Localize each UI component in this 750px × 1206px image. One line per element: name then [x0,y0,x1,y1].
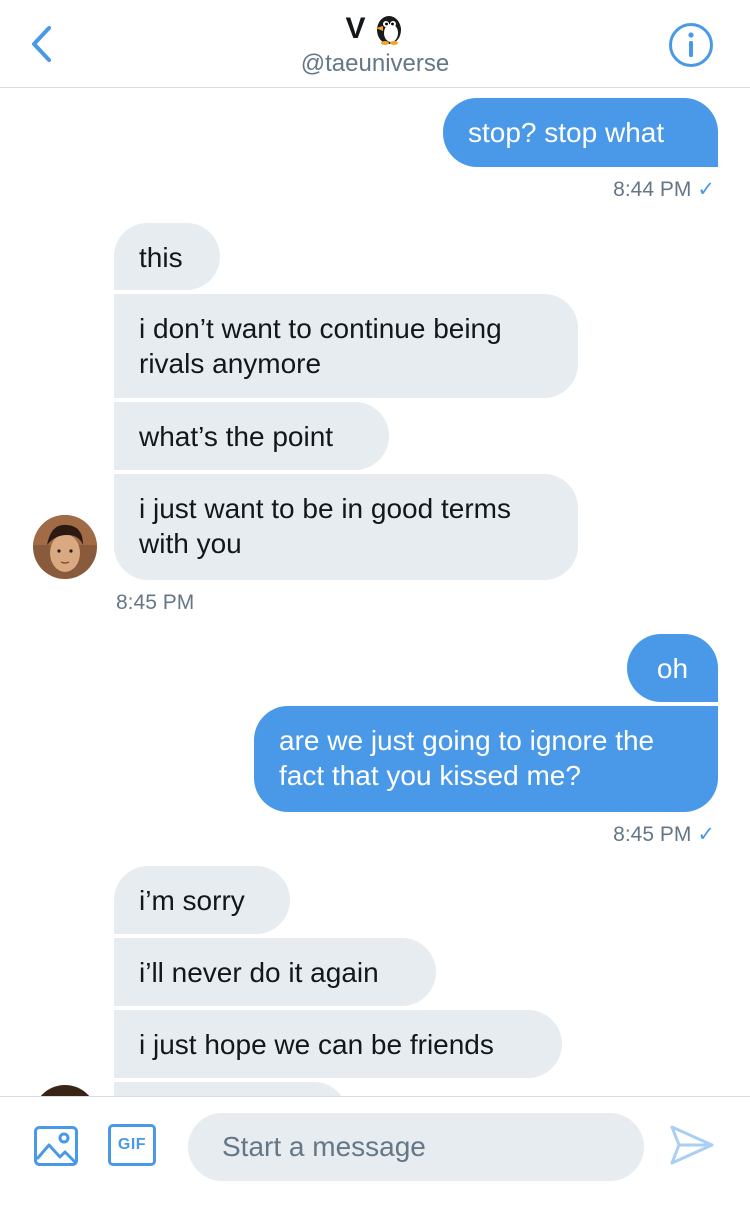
penguin-icon [375,16,401,45]
message-bubble-incoming[interactable]: i just want to be in good terms with you [114,474,578,580]
message-bubble-incoming[interactable]: this [114,223,220,290]
contact-handle: @taeuniverse [300,50,450,77]
timestamp-text: 8:44 PM [613,178,692,201]
read-check-icon: ✓ [697,823,715,846]
send-icon[interactable] [668,1121,716,1169]
read-check-icon: ✓ [697,178,715,201]
message-bubble-outgoing[interactable]: are we just going to ignore the fact tha… [254,706,718,812]
message-list[interactable]: stop? stop what 8:44 PM ✓ this i don’t wa… [0,89,750,1096]
conversation-header: V @taeuniverse [0,0,750,88]
gif-label: GIF [117,1136,147,1153]
message-timestamp: 8:45 PM ✓ [613,822,715,847]
info-icon[interactable] [668,22,714,68]
message-bubble-incoming[interactable]: i just hope we can be friends [114,1010,562,1078]
message-timestamp: 8:44 PM ✓ [613,177,715,202]
message-composer: GIF [0,1096,750,1206]
message-timestamp: 8:45 PM [116,591,194,615]
message-bubble-outgoing[interactable]: oh [627,634,718,702]
message-bubble-incoming[interactable]: i’m sorry [114,866,290,934]
image-icon[interactable] [33,1123,79,1169]
conversation-title[interactable]: V @taeuniverse [0,12,750,78]
message-bubble-incoming[interactable]: i don’t want to continue being rivals an… [114,294,578,398]
message-bubble-outgoing[interactable]: stop? stop what [443,98,718,167]
message-bubble-incoming-partial[interactable] [114,1082,348,1096]
avatar-image [33,515,97,579]
message-input[interactable] [188,1113,644,1181]
timestamp-text: 8:45 PM [613,823,692,846]
gif-button[interactable]: GIF [108,1124,156,1166]
avatar-partial[interactable] [33,1085,97,1096]
timestamp-text: 8:45 PM [116,591,195,614]
contact-name: V [345,12,367,45]
avatar[interactable] [33,515,97,579]
message-bubble-incoming[interactable]: i’ll never do it again [114,938,436,1006]
message-bubble-incoming[interactable]: what’s the point [114,402,389,470]
